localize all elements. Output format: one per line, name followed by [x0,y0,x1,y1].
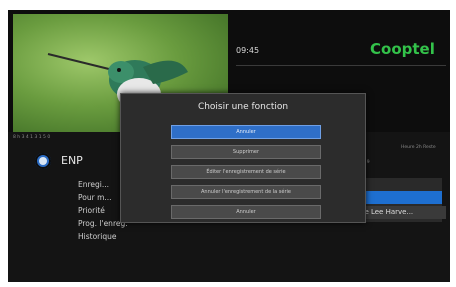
option-close-button[interactable]: Annuler [171,205,321,219]
brand-logo: Cooptel [370,40,435,58]
program-info-line: 8 h 3 4 1 3 1 5 0 [13,135,51,140]
option-cancel-series-button[interactable]: Annuler l'enregistrement de la série [171,185,321,199]
choose-function-dialog: Choisir une fonction Annuler Supprimer É… [120,93,366,223]
list-row[interactable]: de Lee Harve... [356,206,446,219]
header-divider [236,65,446,66]
menu-item-historique[interactable]: Historique [78,230,128,243]
channel-name: ENP [61,154,83,167]
option-supprimer-button[interactable]: Supprimer [171,145,321,159]
clock-time: 09:45 [236,46,260,55]
channel-icon [35,153,51,169]
option-edit-series-button[interactable]: Éditer l'enregistrement de série [171,165,321,179]
tv-screen: 09:45 Cooptel 8 h 3 4 1 3 1 5 0 ENP Enre… [8,10,450,282]
list-row-selected[interactable] [356,191,442,204]
dialog-title: Choisir une fonction [197,102,289,112]
remaining-info: Heure 2h Reste [401,145,436,150]
option-annuler-button[interactable]: Annuler [171,125,321,139]
